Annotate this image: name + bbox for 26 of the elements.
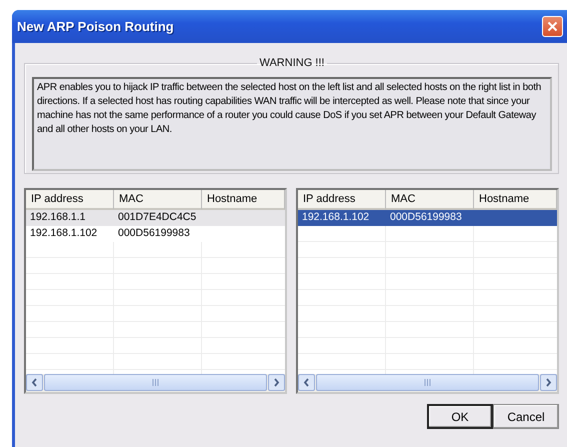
table-cell-text: 192.168.1.102: [301, 210, 370, 225]
host-row[interactable]: 192.168.1.102 000D56199983: [298, 210, 557, 226]
column-header[interactable]: Hostname: [202, 190, 285, 210]
close-icon: [547, 21, 558, 32]
column-header[interactable]: IP address: [298, 190, 386, 210]
group-title: WARNING !!!: [258, 57, 326, 69]
table-cell-text: 001D7E4DC4C5: [117, 210, 198, 225]
column-header[interactable]: MAC: [386, 190, 474, 210]
column-header[interactable]: IP address: [26, 190, 114, 210]
table-cell-text: 192.168.1.1: [29, 210, 86, 225]
column-header[interactable]: MAC: [114, 190, 202, 210]
cancel-button[interactable]: Cancel: [493, 404, 559, 429]
close-button[interactable]: [542, 16, 563, 37]
table-cell-text: 192.168.1.102: [29, 226, 98, 241]
scrollbar[interactable]: [26, 374, 285, 392]
table-cell-text: 000D56199983: [117, 226, 191, 241]
scrollbar[interactable]: [298, 374, 557, 392]
table-cell-text: 000D56199983: [389, 210, 463, 225]
warning-text: APR enables you to hijack IP traffic between the selected host on the left list and all selected hosts on the right list in both directions. If a selected host has routing capabilities WAN traffic will be intercepted as well. Please note that since your machine has not the same performance of a router you could cause DoS if you set APR between your Default Gateway and all other hosts on your LAN.: [32, 77, 552, 171]
host-row[interactable]: 192.168.1.1 001D7E4DC4C5: [26, 210, 285, 226]
grip-icon: [152, 379, 159, 386]
host-row[interactable]: 192.168.1.102 000D56199983: [26, 226, 285, 242]
grip-icon: [424, 379, 431, 386]
window-title: New ARP Poison Routing: [17, 19, 174, 34]
ok-button[interactable]: OK: [427, 404, 493, 429]
column-header[interactable]: Hostname: [474, 190, 557, 210]
